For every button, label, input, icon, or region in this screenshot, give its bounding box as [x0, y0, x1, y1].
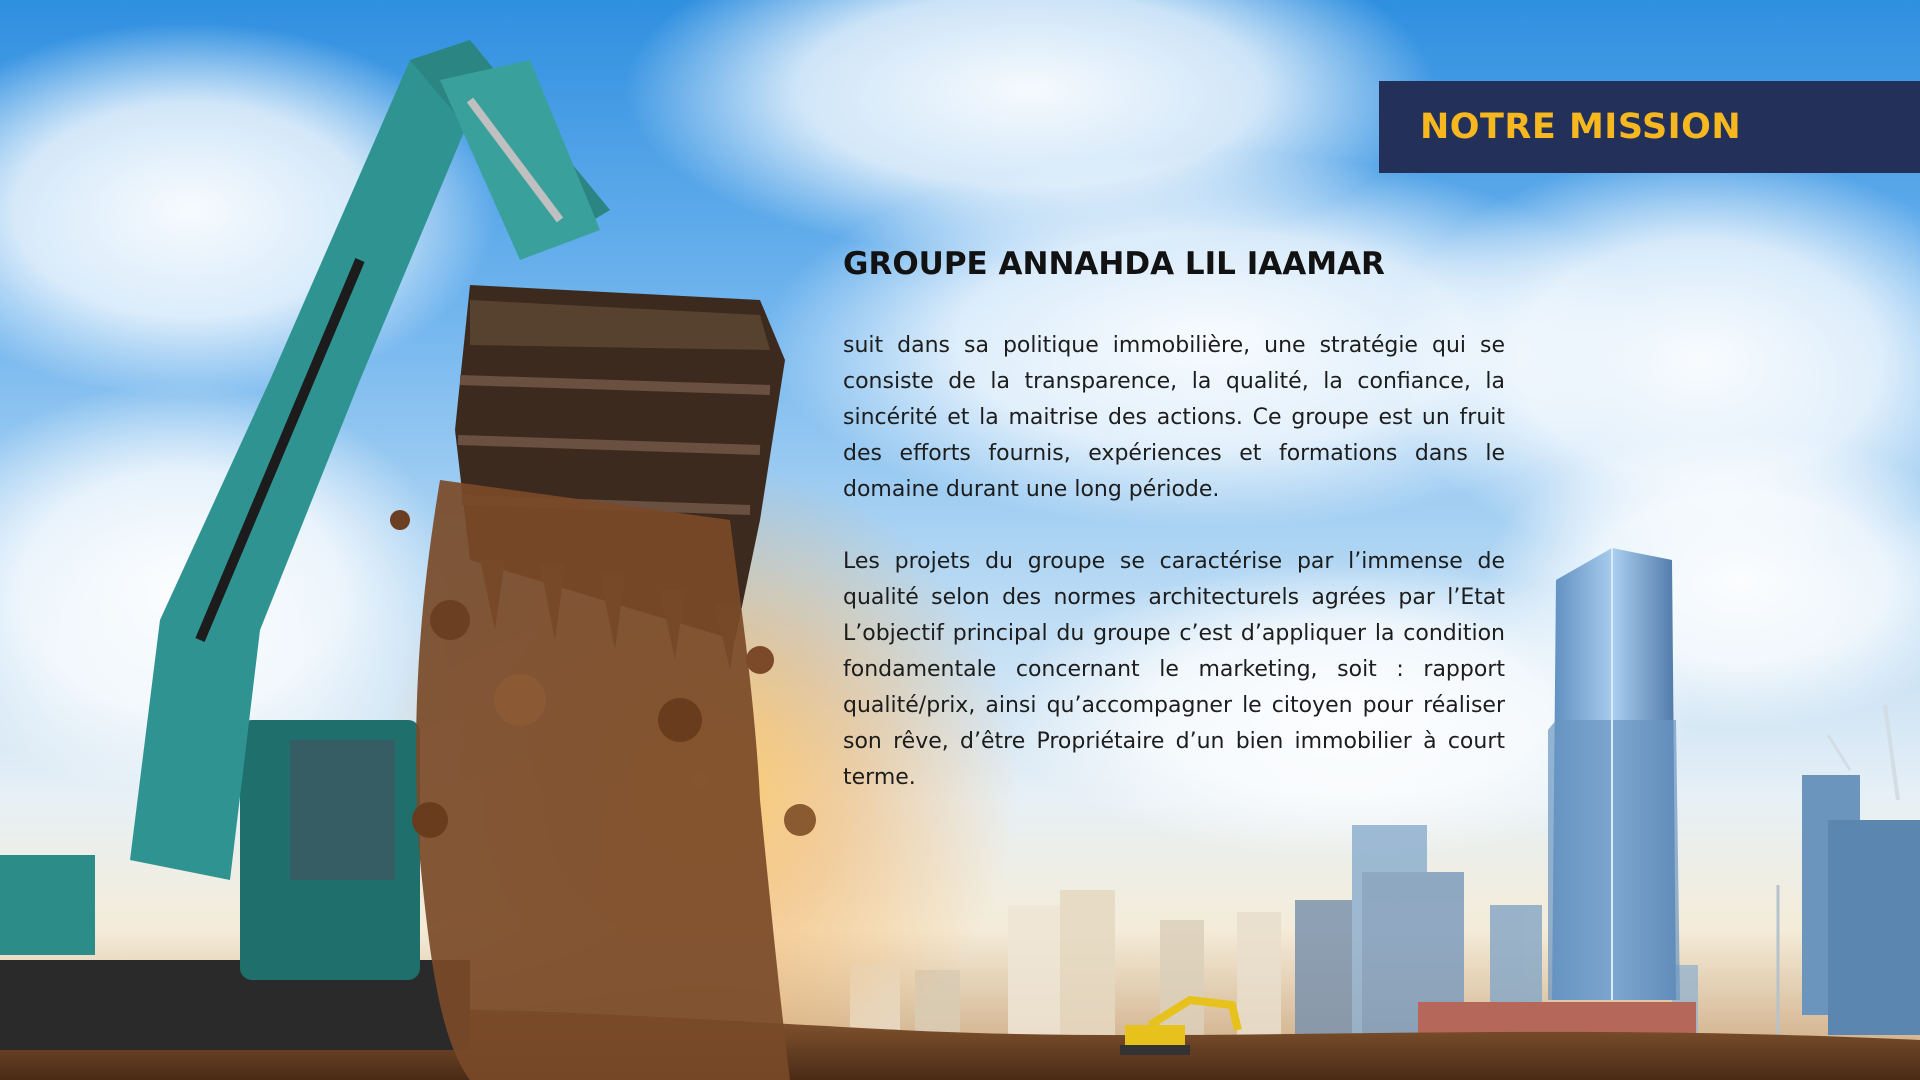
mission-title: NOTRE MISSION — [1420, 107, 1742, 147]
company-name: GROUPE ANNAHDA LIL IAAMAR — [843, 246, 1385, 282]
slide: NOTRE MISSION GROUPE ANNAHDA LIL IAAMAR … — [0, 0, 1920, 1080]
crane-icon — [1776, 704, 1920, 1040]
mission-content: GROUPE ANNAHDA LIL IAAMAR suit dans sa p… — [843, 240, 1505, 796]
mission-paragraph-1: suit dans sa politique immobilière, une … — [843, 333, 1505, 502]
mission-banner: NOTRE MISSION — [1379, 81, 1920, 173]
skyscraper — [1548, 548, 1680, 1000]
mission-paragraph-2: Les projets du groupe se caractérise par… — [843, 549, 1505, 790]
